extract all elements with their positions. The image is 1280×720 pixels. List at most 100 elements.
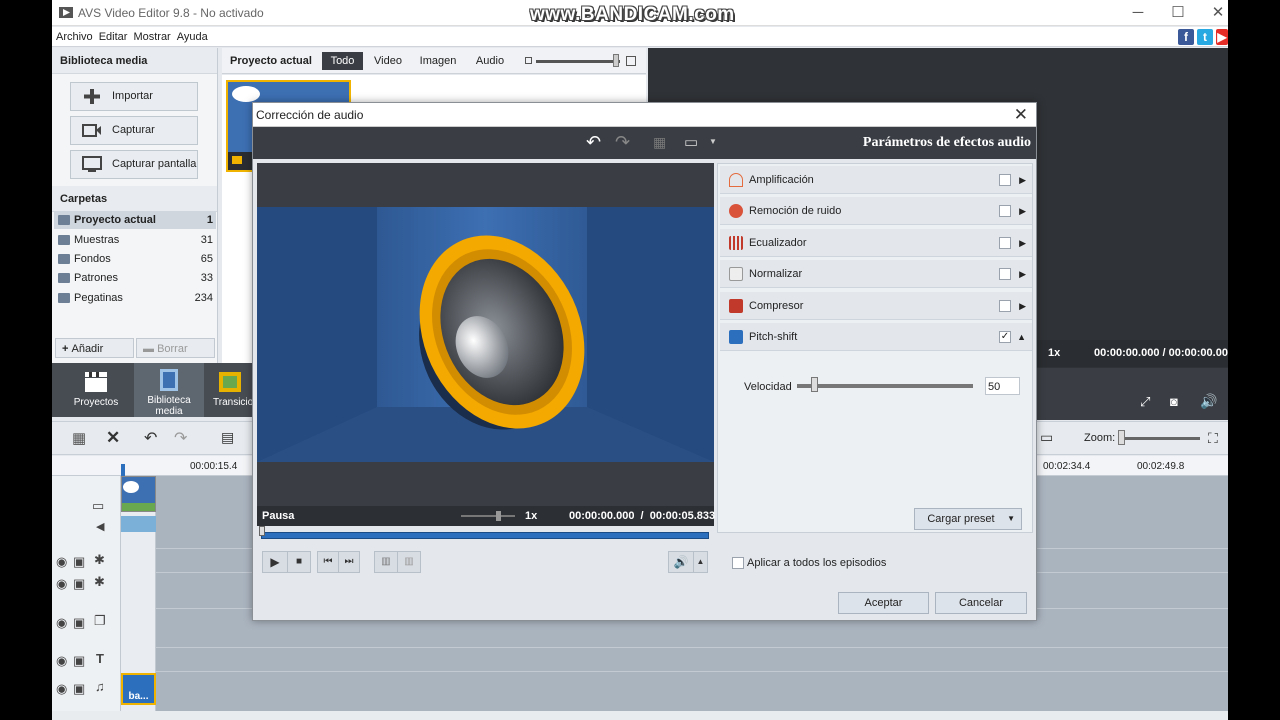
expand-arrow-icon[interactable]: ▶ — [1019, 260, 1026, 288]
effect-equalizer[interactable]: Ecualizador ▶ — [720, 229, 1032, 257]
redo-icon[interactable]: ↷ — [174, 428, 187, 448]
effect-noise-removal[interactable]: Remoción de ruido ▶ — [720, 197, 1032, 225]
tab-audio[interactable]: Audio — [472, 52, 508, 70]
facebook-icon[interactable]: f — [1178, 29, 1194, 45]
fit-timeline-icon[interactable]: ⛶ — [1208, 430, 1218, 447]
chevron-down-icon[interactable]: ▼ — [709, 137, 717, 146]
next-frame-icon[interactable]: ⏭ — [338, 551, 360, 573]
seek-bar[interactable] — [257, 526, 714, 544]
audio-mute-icon[interactable]: ◀ — [96, 520, 104, 533]
folder-row[interactable]: Pegatinas 234 — [54, 289, 216, 307]
lock-icon[interactable]: ▣ — [73, 554, 85, 570]
previous-frame-icon[interactable]: ⏮ — [317, 551, 339, 573]
effect-checkbox[interactable] — [999, 174, 1011, 186]
minimize-button[interactable]: ─ — [1118, 3, 1158, 23]
load-preset-button[interactable]: Cargar preset ▼ — [914, 508, 1022, 530]
fullscreen-icon[interactable]: ⤢ — [1140, 394, 1150, 410]
video-clip[interactable] — [121, 476, 156, 512]
dock-transitions[interactable]: Transicio — [208, 363, 252, 417]
speed-slider[interactable] — [461, 515, 515, 517]
timeline-scrollbar[interactable] — [52, 711, 1228, 720]
add-folder-button[interactable]: + Añadir — [55, 338, 134, 358]
maximize-button[interactable]: ☐ — [1158, 3, 1198, 23]
lock-icon[interactable]: ▣ — [73, 576, 85, 592]
undo-icon[interactable]: ↶ — [144, 428, 157, 448]
volume-chevron-icon[interactable]: ▲ — [693, 551, 708, 573]
monitor-icon[interactable]: ▭ — [684, 133, 698, 151]
effect-checkbox[interactable] — [999, 205, 1011, 217]
effect-compressor[interactable]: Compresor ▶ — [720, 292, 1032, 320]
audio-clip[interactable]: ba... — [121, 673, 156, 705]
velocity-slider[interactable] — [797, 384, 973, 388]
audio-waveform-clip[interactable] — [121, 516, 156, 532]
zoom-slider[interactable] — [1122, 437, 1200, 440]
accept-button[interactable]: Aceptar — [838, 592, 929, 614]
visibility-icon[interactable]: ◉ — [56, 615, 67, 631]
thumb-size-slider[interactable] — [536, 60, 620, 63]
volume-icon[interactable]: 🔊 — [668, 551, 694, 573]
tab-video[interactable]: Video — [370, 52, 406, 70]
velocity-input[interactable]: 50 — [985, 377, 1020, 395]
tab-todo[interactable]: Todo — [322, 52, 363, 70]
youtube-icon[interactable]: ▶ — [1216, 29, 1228, 45]
expand-arrow-icon[interactable]: ▶ — [1019, 197, 1026, 225]
mark-in-icon[interactable]: ▥ — [374, 551, 398, 573]
lock-icon[interactable]: ▣ — [73, 653, 85, 669]
volume-icon[interactable]: 🔊 — [1200, 393, 1217, 410]
video-effects-icon[interactable]: ▤ — [221, 429, 234, 446]
capture-button[interactable]: Capturar — [70, 116, 198, 145]
expand-arrow-icon[interactable]: ▶ — [1019, 166, 1026, 194]
menu-ayuda[interactable]: Ayuda — [174, 27, 211, 47]
folder-row[interactable]: Muestras 31 — [54, 231, 216, 249]
velocity-slider-handle[interactable] — [811, 377, 818, 392]
speed-slider-handle[interactable] — [496, 511, 501, 521]
visibility-icon[interactable]: ◉ — [56, 681, 67, 697]
import-button[interactable]: Importar — [70, 82, 198, 111]
collapse-arrow-icon[interactable]: ▲ — [1017, 323, 1026, 351]
effect-amplification[interactable]: Amplificación ▶ — [720, 166, 1032, 194]
storyboard-icon[interactable]: ▦ — [72, 429, 86, 447]
mark-out-icon[interactable]: ▥ — [397, 551, 421, 573]
menu-editar[interactable]: Editar — [96, 27, 131, 47]
dock-media-library[interactable]: Biblioteca media — [134, 363, 204, 417]
effect-normalize[interactable]: Normalizar ▶ — [720, 260, 1032, 288]
delete-folder-button[interactable]: ▬ Borrar — [136, 338, 215, 358]
redo-icon[interactable]: ↷ — [615, 132, 630, 153]
undo-icon[interactable]: ↶ — [586, 132, 601, 153]
stop-icon[interactable]: ■ — [287, 551, 311, 573]
small-thumb-icon[interactable] — [525, 57, 532, 64]
visibility-icon[interactable]: ◉ — [56, 554, 67, 570]
close-button[interactable]: ✕ — [1198, 3, 1228, 23]
effect-checkbox[interactable] — [999, 300, 1011, 312]
thumb-size-handle[interactable] — [613, 54, 619, 67]
playhead[interactable] — [121, 464, 125, 476]
zoom-slider-handle[interactable] — [1118, 430, 1125, 445]
delete-icon[interactable]: ✕ — [106, 428, 120, 448]
effect-checkbox[interactable]: ✓ — [999, 331, 1011, 343]
lock-icon[interactable]: ▣ — [73, 681, 85, 697]
visibility-icon[interactable]: ◉ — [56, 576, 67, 592]
folder-row[interactable]: Fondos 65 — [54, 250, 216, 268]
menu-mostrar[interactable]: Mostrar — [130, 27, 173, 47]
cancel-button[interactable]: Cancelar — [935, 592, 1027, 614]
dialog-close-icon[interactable]: ✕ — [1014, 105, 1028, 125]
tab-imagen[interactable]: Imagen — [418, 52, 458, 70]
expand-arrow-icon[interactable]: ▶ — [1019, 229, 1026, 257]
folder-row[interactable]: Proyecto actual 1 — [54, 211, 216, 229]
grid-icon[interactable]: ▦ — [653, 134, 666, 151]
dock-projects[interactable]: Proyectos — [60, 363, 132, 417]
large-thumb-icon[interactable] — [626, 56, 636, 66]
monitor-icon[interactable]: ▭ — [1040, 429, 1053, 446]
apply-all-checkbox[interactable] — [732, 557, 744, 569]
snapshot-icon[interactable]: ◙ — [1170, 394, 1178, 409]
twitter-icon[interactable]: t — [1197, 29, 1213, 45]
expand-arrow-icon[interactable]: ▶ — [1019, 292, 1026, 320]
play-icon[interactable]: ▶ — [262, 551, 288, 573]
folder-row[interactable]: Patrones 33 — [54, 269, 216, 287]
lock-icon[interactable]: ▣ — [73, 615, 85, 631]
capture-screen-button[interactable]: Capturar pantalla — [70, 150, 198, 179]
visibility-icon[interactable]: ◉ — [56, 653, 67, 669]
seek-handle[interactable] — [259, 526, 265, 536]
effect-checkbox[interactable] — [999, 237, 1011, 249]
effect-pitch-shift[interactable]: Pitch-shift ✓ ▲ — [720, 323, 1032, 351]
